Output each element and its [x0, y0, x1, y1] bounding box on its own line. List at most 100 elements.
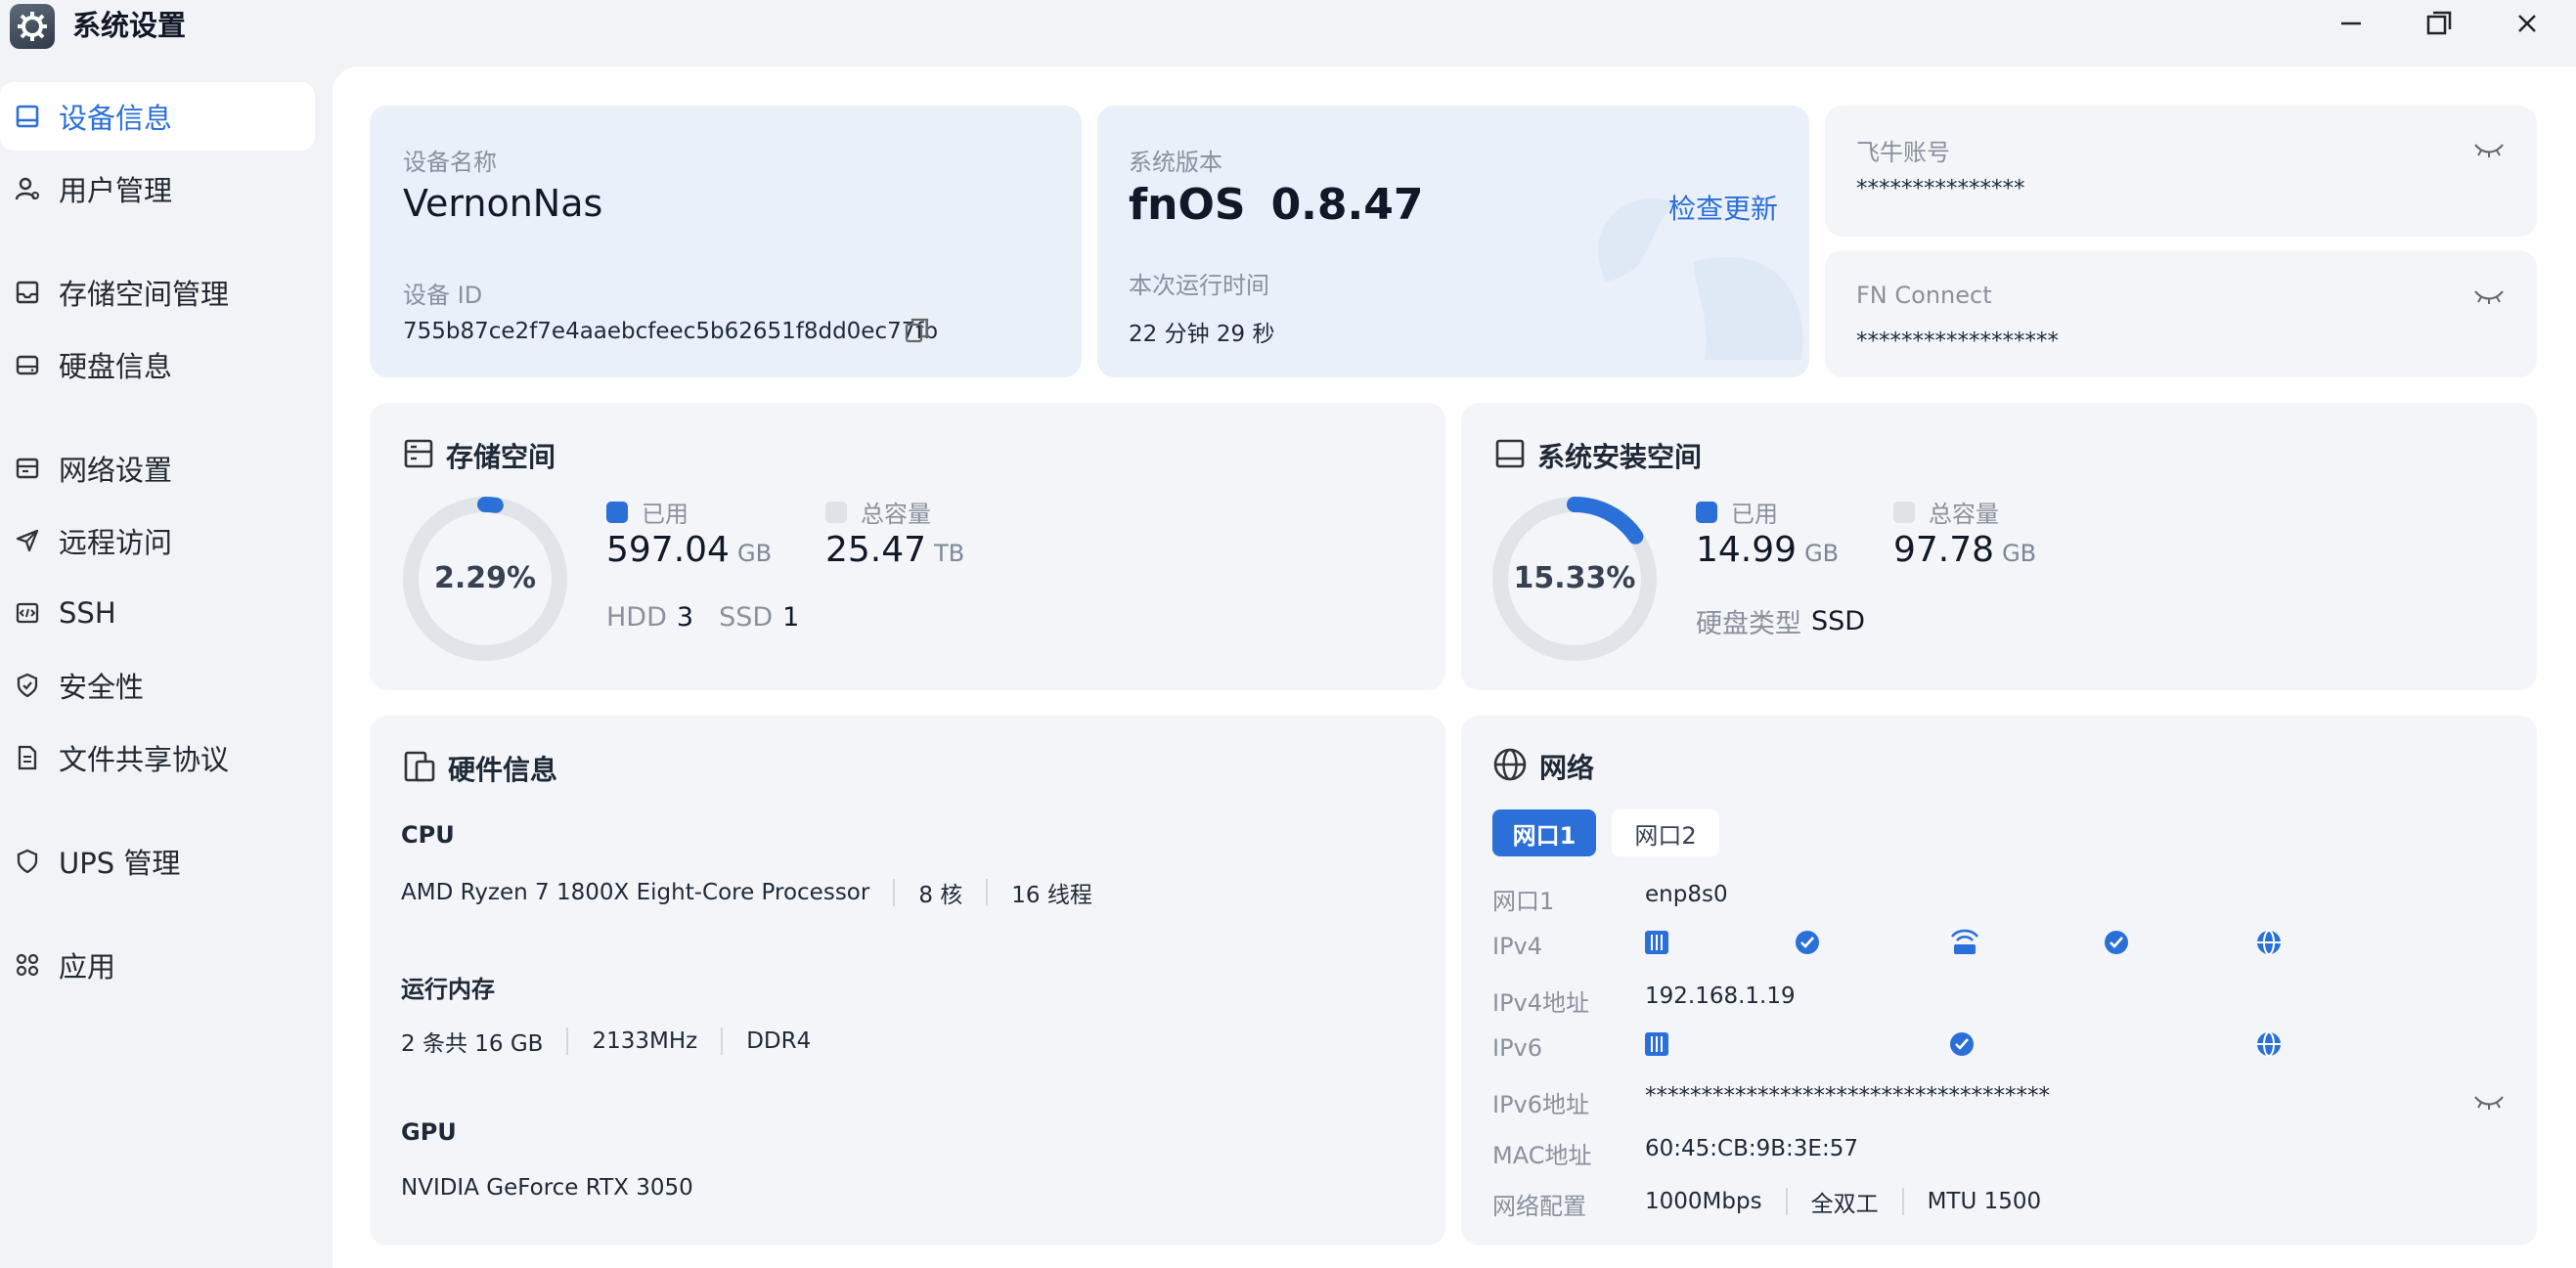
sidebar-item-remote-access[interactable]: 远程访问	[0, 506, 315, 575]
divider	[893, 879, 896, 906]
ipv6-connection-path	[1645, 1031, 2281, 1057]
eye-closed-icon[interactable]	[2472, 285, 2506, 311]
fn-connect-label: FN Connect	[1856, 282, 1992, 309]
sidebar-item-users[interactable]: 用户管理	[0, 154, 315, 223]
fn-connect-value: ******************	[1856, 328, 2059, 354]
system-disk-title: 系统安装空间	[1537, 441, 1703, 473]
sidebar-item-label: 应用	[59, 950, 116, 984]
cpu-threads: 16 线程	[1011, 883, 1092, 908]
divider	[1785, 1188, 1788, 1215]
minimize-button[interactable]	[2312, 0, 2390, 47]
apps-grid-icon	[10, 947, 45, 983]
storage-icon	[403, 438, 434, 473]
memory-size: 2 条共 16 GB	[401, 1031, 544, 1057]
total-value: 25.47	[825, 530, 927, 570]
link-speed: 1000Mbps	[1645, 1189, 1762, 1214]
os-name: fnOS	[1129, 180, 1246, 230]
sidebar-item-device-info[interactable]: 设备信息	[0, 82, 315, 151]
sidebar-item-label: 存储空间管理	[59, 278, 230, 311]
window-title: 系统设置	[72, 9, 187, 42]
hardware-title: 硬件信息	[448, 754, 558, 786]
maximize-button[interactable]	[2400, 0, 2478, 47]
port-label: 网口1	[1492, 888, 1555, 915]
storage-title: 存储空间	[446, 441, 556, 473]
divider	[1901, 1188, 1904, 1215]
network-config-label: 网络配置	[1492, 1193, 1586, 1220]
sidebar-item-label: UPS 管理	[59, 847, 181, 880]
tab-port-1[interactable]: 网口1	[1492, 809, 1596, 856]
cpu-cores: 8 核	[918, 883, 963, 908]
used-value: 597.04	[606, 530, 730, 570]
sidebar-item-file-sharing[interactable]: 文件共享协议	[0, 723, 315, 792]
sidebar-item-label: 硬盘信息	[59, 350, 173, 383]
system-disk-card: 系统安装空间 15.33% 已用 14.99 GB 总容量 97.78 GB 硬…	[1461, 403, 2537, 690]
network-title: 网络	[1539, 752, 1595, 784]
ipv4-address: 192.168.1.19	[1645, 984, 1796, 1009]
total-unit: GB	[2002, 540, 2037, 567]
os-version: 0.8.47	[1270, 180, 1424, 230]
ipv6-address: ************************************	[1645, 1083, 2050, 1109]
device-name-label: 设备名称	[403, 149, 497, 176]
disk-type-label: 硬盘类型	[1696, 609, 1801, 639]
sidebar-item-label: 文件共享协议	[59, 743, 230, 776]
mtu-value: MTU 1500	[1927, 1189, 2042, 1214]
tab-port-2[interactable]: 网口2	[1612, 809, 1719, 856]
sidebar-item-storage[interactable]: 存储空间管理	[0, 258, 315, 327]
sidebar-item-ups[interactable]: UPS 管理	[0, 827, 315, 896]
ipv4-connection-path	[1645, 929, 2281, 955]
total-unit: TB	[934, 540, 965, 567]
memory-label: 运行内存	[401, 976, 495, 1003]
total-value: 97.78	[1893, 530, 1995, 570]
sidebar-item-label: SSH	[59, 596, 116, 630]
storage-icon	[10, 275, 45, 310]
hdd-count: 3	[676, 602, 694, 633]
ipv6-address-label: IPv6地址	[1492, 1091, 1590, 1118]
version-label: 系统版本	[1129, 149, 1222, 176]
sidebar-item-label: 安全性	[59, 671, 145, 704]
ssd-count: 1	[782, 602, 800, 633]
storage-card: 存储空间 2.29% 已用 597.04 GB 总容量 25.47 TB HDD…	[370, 403, 1445, 690]
copy-icon[interactable]	[904, 317, 931, 348]
sidebar-item-network[interactable]: 网络设置	[0, 434, 315, 503]
network-card: 网络 网口1 网口2 网口1 enp8s0 IPv4 IPv4地址 192.16…	[1461, 716, 2537, 1246]
account-value: ***************	[1856, 176, 2025, 201]
mac-address: 60:45:CB:9B:3E:57	[1645, 1136, 1858, 1161]
hdd-label: HDD	[606, 602, 667, 633]
used-label: 已用	[1731, 501, 1778, 528]
device-card: 设备名称 VernonNas 设备 ID 755b87ce2f7e4aaebcf…	[370, 106, 1082, 377]
account-card: 飞牛账号 ***************	[1825, 106, 2537, 237]
uptime-label: 本次运行时间	[1129, 272, 1269, 299]
hard-disk-icon	[10, 347, 45, 382]
sidebar-item-apps[interactable]: 应用	[0, 931, 315, 999]
port-value: enp8s0	[1645, 882, 1728, 907]
fn-connect-card: FN Connect ******************	[1825, 250, 2537, 377]
sidebar-item-ssh[interactable]: SSH	[0, 579, 315, 647]
eye-closed-icon[interactable]	[2472, 139, 2506, 164]
sidebar-item-security[interactable]: 安全性	[0, 651, 315, 720]
sidebar-item-label: 设备信息	[59, 102, 173, 135]
system-disk-percent: 15.33%	[1513, 561, 1636, 595]
shield-check-icon	[10, 668, 45, 703]
check-update-link[interactable]: 检查更新	[1668, 188, 1778, 227]
ipv4-label: IPv4	[1492, 933, 1543, 960]
legend-total-swatch	[825, 501, 847, 523]
sidebar-item-label: 远程访问	[59, 526, 173, 559]
divider	[721, 1028, 724, 1055]
network-icon	[10, 451, 45, 486]
close-button[interactable]	[2488, 0, 2566, 47]
legend-used-swatch	[606, 501, 628, 523]
cpu-model: AMD Ryzen 7 1800X Eight-Core Processor	[401, 880, 870, 905]
sidebar-item-disk-info[interactable]: 硬盘信息	[0, 330, 315, 399]
hardware-card: 硬件信息 CPU AMD Ryzen 7 1800X Eight-Core Pr…	[370, 716, 1445, 1246]
app-icon	[10, 4, 55, 49]
gpu-label: GPU	[401, 1118, 457, 1146]
eye-closed-icon[interactable]	[2472, 1091, 2506, 1116]
globe-icon	[1492, 747, 1528, 786]
hard-disk-icon	[1494, 438, 1526, 473]
ipv4-address-label: IPv4地址	[1492, 989, 1590, 1017]
storage-percent: 2.29%	[433, 561, 537, 595]
devices-icon	[403, 750, 436, 787]
shield-icon	[10, 844, 45, 879]
total-label: 总容量	[861, 501, 931, 528]
sidebar-item-label: 网络设置	[59, 454, 173, 487]
